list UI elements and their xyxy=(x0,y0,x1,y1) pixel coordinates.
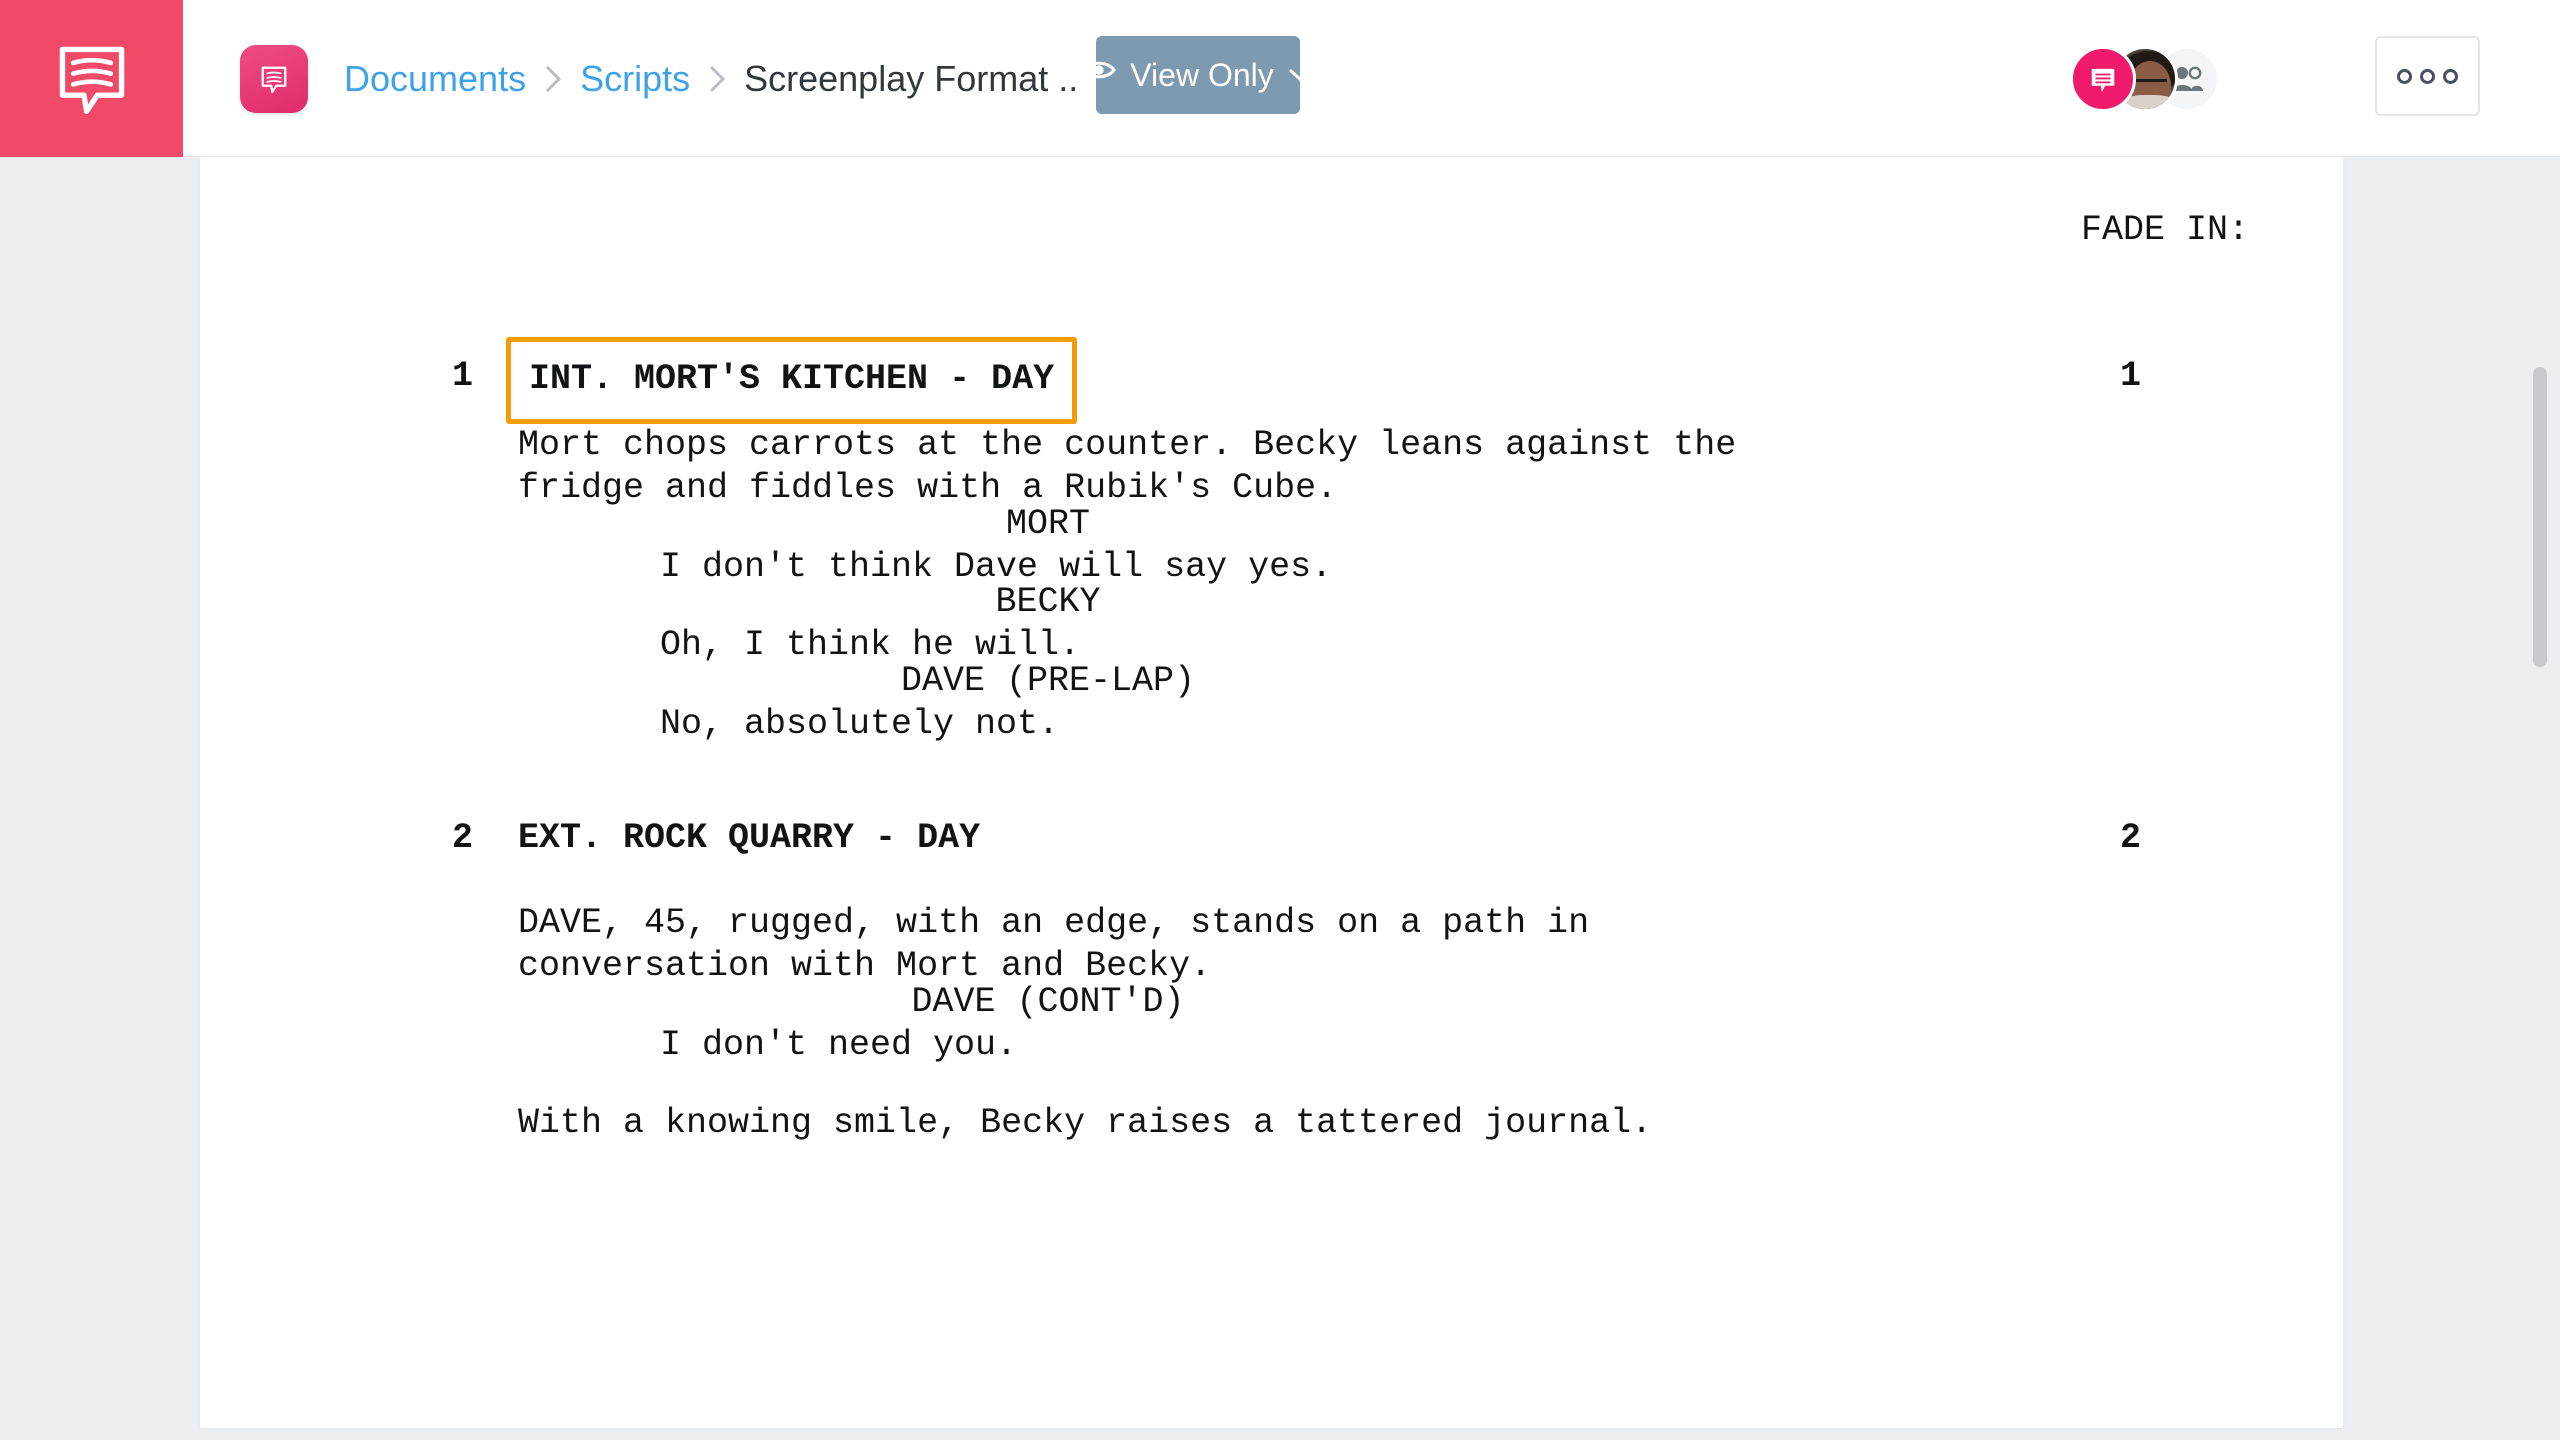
scene-heading-2[interactable]: EXT. ROCK QUARRY - DAY xyxy=(518,817,980,860)
document-workspace: FADE IN: 1 INT. MORT'S KITCHEN - DAY 1 M… xyxy=(0,157,2560,1440)
character-name: DAVE (CONT'D) xyxy=(911,982,1185,1022)
vertical-scrollbar-track[interactable] xyxy=(2533,157,2554,1440)
character-name: DAVE (PRE-LAP) xyxy=(900,661,1196,701)
breadcrumb-item-current-document: Screenplay Format .. xyxy=(744,58,1079,99)
app-logo-block[interactable] xyxy=(0,0,183,157)
speech-bubble-app-icon xyxy=(261,66,287,94)
breadcrumb-item-scripts[interactable]: Scripts xyxy=(580,58,690,100)
action-line: Mort chops carrots at the counter. Becky… xyxy=(518,425,1737,465)
view-only-label: View Only xyxy=(1130,56,1274,93)
speech-bubble-icon xyxy=(2091,68,2115,92)
scene-number-left-1: 1 xyxy=(452,356,474,396)
avatar-group xyxy=(2070,46,2220,112)
dialogue-line: I don't need you. xyxy=(660,1025,1018,1065)
scene-number-right-2: 2 xyxy=(2120,818,2142,858)
screenplay-content: FADE IN: 1 INT. MORT'S KITCHEN - DAY 1 M… xyxy=(200,157,2343,1428)
app-brand-avatar[interactable] xyxy=(2070,46,2136,112)
character-name: BECKY xyxy=(995,582,1101,622)
character-name: MORT xyxy=(1005,504,1090,544)
app-header: Documents Scripts Screenplay Format .. V… xyxy=(0,0,2560,157)
transition-fade-in: FADE IN: xyxy=(2080,210,2249,250)
scene-number-left-2: 2 xyxy=(452,818,474,858)
speech-bubble-script-logo-icon xyxy=(59,46,124,114)
chevron-right-icon xyxy=(544,64,562,94)
breadcrumb: Documents Scripts Screenplay Format .. xyxy=(344,46,1078,112)
view-only-button[interactable]: View Only xyxy=(1082,36,1313,114)
avatar-shirt xyxy=(2123,95,2175,109)
script-page[interactable]: FADE IN: 1 INT. MORT'S KITCHEN - DAY 1 M… xyxy=(200,157,2343,1428)
eye-icon xyxy=(1082,58,1117,92)
more-dot-icon xyxy=(2420,68,2435,84)
action-line: With a knowing smile, Becky raises a tat… xyxy=(518,1103,1653,1143)
scene-heading-1[interactable]: INT. MORT'S KITCHEN - DAY xyxy=(506,337,1078,424)
breadcrumb-item-documents[interactable]: Documents xyxy=(344,58,526,100)
more-options-button[interactable] xyxy=(2375,36,2480,116)
chevron-right-icon xyxy=(708,64,726,94)
app-icon-button[interactable] xyxy=(240,45,308,113)
scene-number-right-1: 1 xyxy=(2120,356,2142,396)
action-line: DAVE, 45, rugged, with an edge, stands o… xyxy=(518,903,1590,943)
more-dot-icon xyxy=(2397,68,2412,84)
vertical-scrollbar-thumb[interactable] xyxy=(2533,367,2547,667)
dialogue-line: No, absolutely not. xyxy=(660,704,1060,744)
more-dot-icon xyxy=(2443,68,2458,84)
avatar-glasses xyxy=(2133,79,2167,88)
chevron-down-icon xyxy=(1288,67,1314,83)
